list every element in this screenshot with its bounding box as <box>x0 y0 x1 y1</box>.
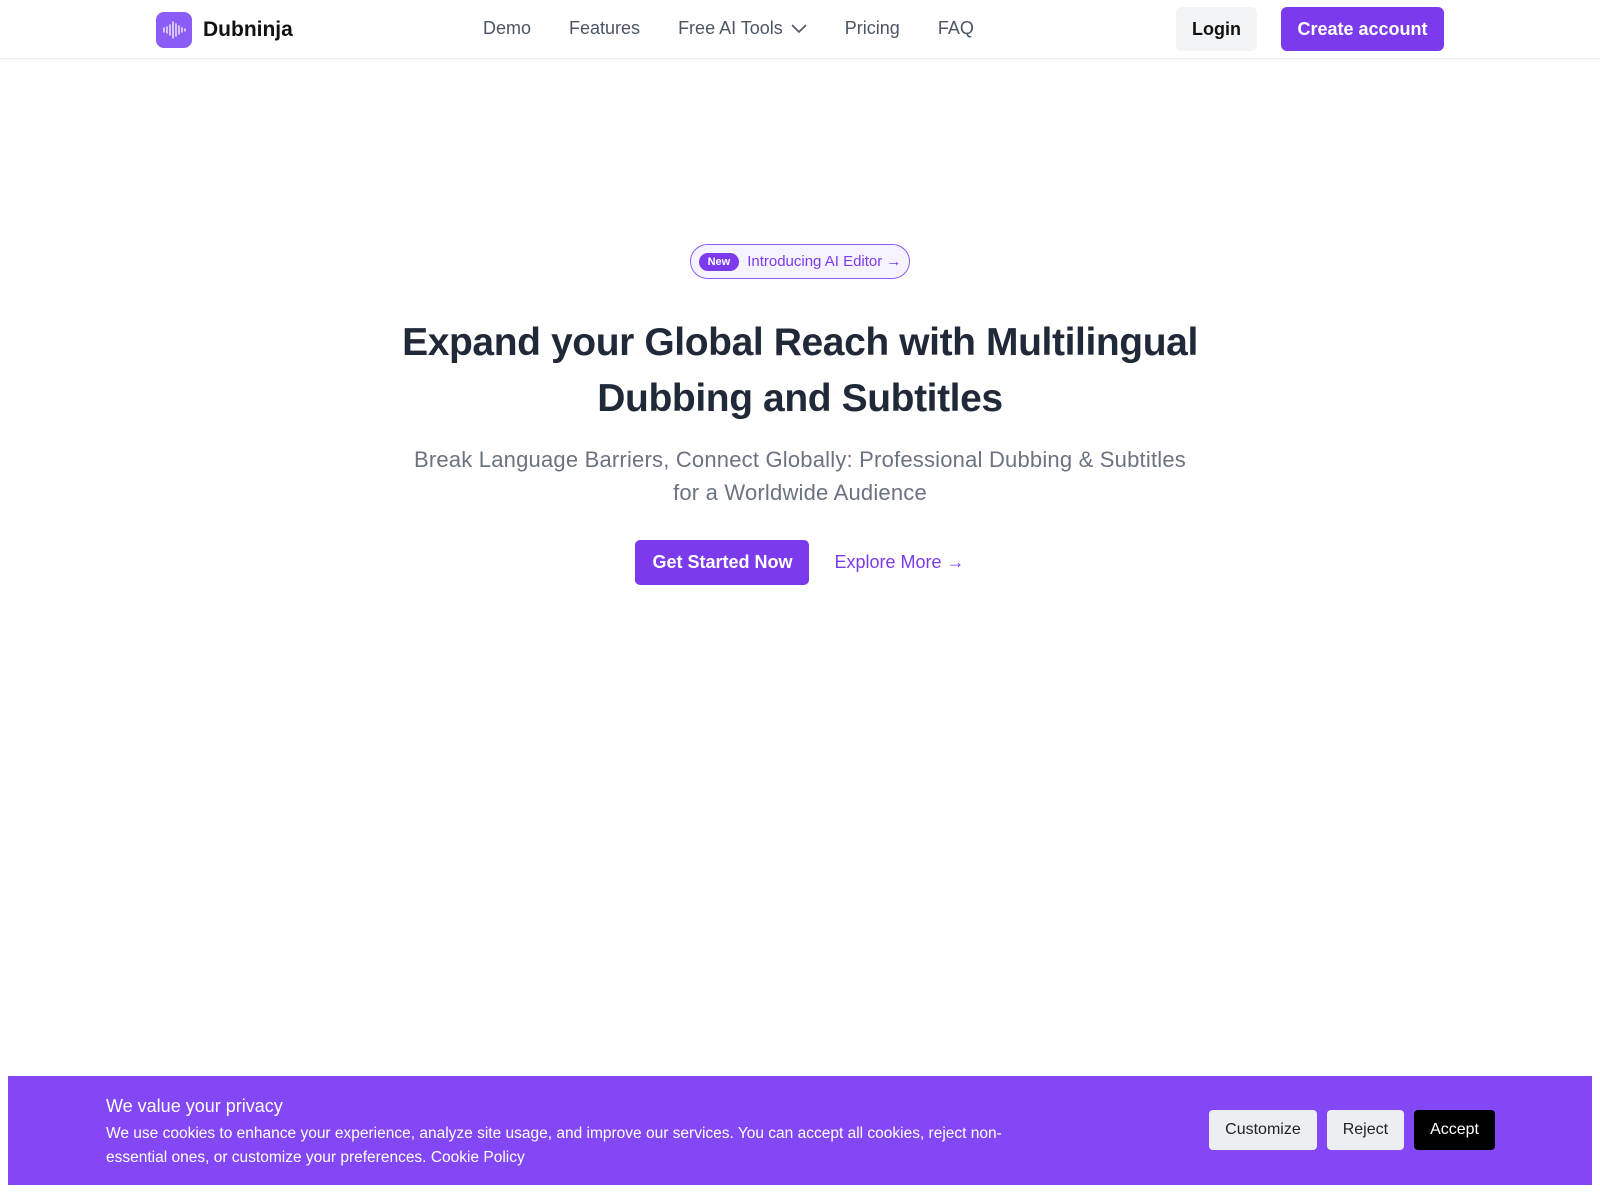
nav-features[interactable]: Features <box>569 18 640 39</box>
cookie-actions: Customize Reject Accept <box>1209 1110 1495 1150</box>
top-nav: Dubninja Demo Features Free AI Tools Pri… <box>0 0 1600 59</box>
new-tag: New <box>698 252 740 271</box>
hero-subtitle: Break Language Barriers, Connect Globall… <box>0 443 1600 509</box>
hero-title: Expand your Global Reach with Multilingu… <box>0 315 1600 427</box>
cookie-text: We use cookies to enhance your experienc… <box>106 1125 1002 1166</box>
nav-faq[interactable]: FAQ <box>938 18 974 39</box>
create-account-button[interactable]: Create account <box>1281 7 1444 51</box>
nav-demo[interactable]: Demo <box>483 18 531 39</box>
cookie-body: We use cookies to enhance your experienc… <box>106 1122 1026 1170</box>
hero-subtitle-line2: for a Worldwide Audience <box>673 480 927 505</box>
brand-logo[interactable]: Dubninja <box>156 12 293 48</box>
login-button[interactable]: Login <box>1176 7 1257 51</box>
waveform-icon <box>156 12 192 48</box>
nav-free-ai-tools-label: Free AI Tools <box>678 18 783 38</box>
accept-button[interactable]: Accept <box>1414 1110 1495 1150</box>
hero-subtitle-line1: Break Language Barriers, Connect Globall… <box>414 447 1186 472</box>
hero-ctas: Get Started Now Explore More → <box>0 540 1600 585</box>
explore-more-link[interactable]: Explore More → <box>834 552 964 573</box>
brand-name: Dubninja <box>203 18 293 41</box>
nav-free-ai-tools[interactable]: Free AI Tools <box>678 18 807 39</box>
reject-button[interactable]: Reject <box>1326 1110 1405 1150</box>
cookie-policy-link[interactable]: Cookie Policy <box>431 1149 525 1166</box>
nav-links: Demo Features Free AI Tools Pricing FAQ <box>483 18 974 39</box>
announcement-badge[interactable]: New Introducing AI Editor → <box>689 244 911 279</box>
hero: New Introducing AI Editor → Expand your … <box>0 244 1600 585</box>
announcement-text: Introducing AI Editor → <box>747 253 902 270</box>
customize-button[interactable]: Customize <box>1209 1110 1317 1150</box>
cookie-title: We value your privacy <box>106 1096 283 1116</box>
hero-title-line1: Expand your Global Reach with Multilingu… <box>402 321 1198 364</box>
cookie-banner: We value your privacy We use cookies to … <box>8 1076 1592 1185</box>
hero-title-line2: Dubbing and Subtitles <box>597 377 1003 420</box>
get-started-button[interactable]: Get Started Now <box>635 540 810 585</box>
nav-pricing[interactable]: Pricing <box>845 18 900 39</box>
chevron-down-icon <box>791 23 807 33</box>
